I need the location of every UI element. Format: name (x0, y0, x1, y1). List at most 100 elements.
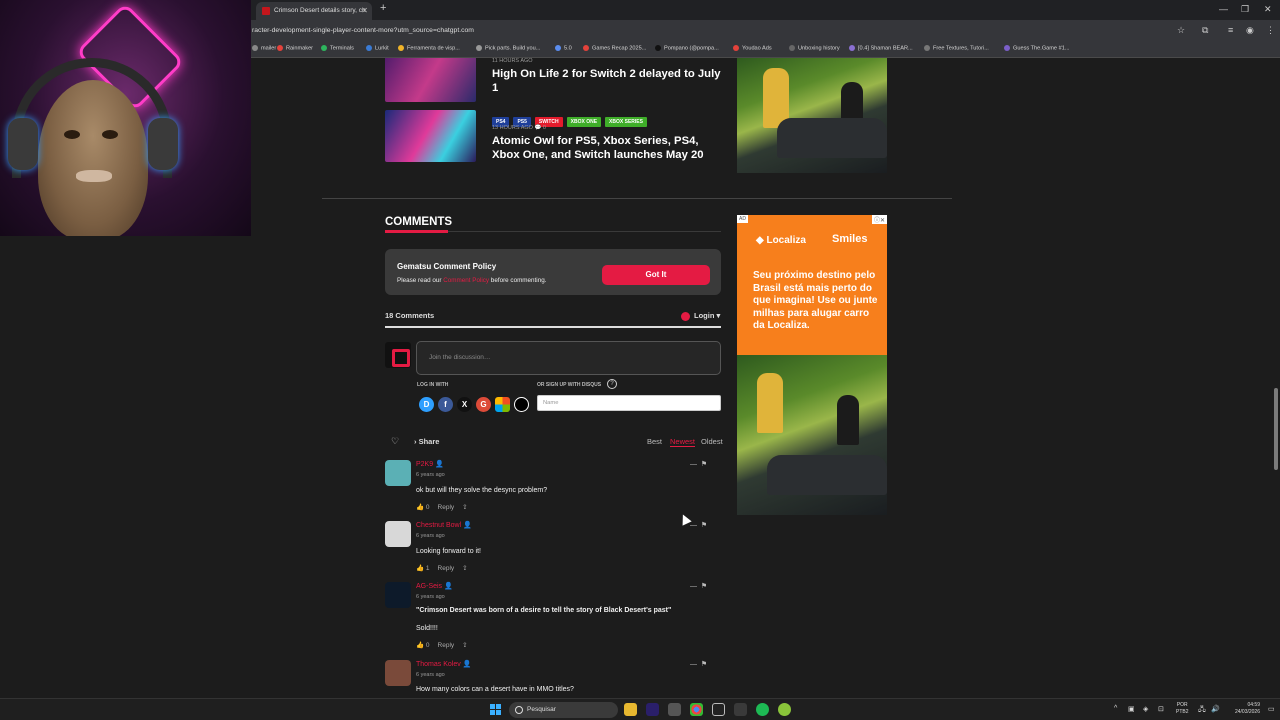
commenter-avatar[interactable] (385, 460, 411, 486)
bookmark-item[interactable]: Youdao Ads (733, 45, 772, 51)
bookmark-star-icon[interactable]: ☆ (1177, 25, 1185, 36)
commenter-avatar[interactable] (385, 521, 411, 547)
ad-image-top[interactable] (737, 58, 887, 173)
browser-tab[interactable]: Crimson Desert details story, ch ✕ (256, 2, 372, 20)
tray-chevron-icon[interactable]: ^ (1114, 705, 1117, 712)
profile-icon[interactable]: ◉ (1246, 25, 1254, 36)
article-title[interactable]: High On Life 2 for Switch 2 delayed to J… (492, 67, 727, 95)
volume-icon[interactable]: 🔊 (1211, 705, 1220, 713)
windows-start-icon[interactable] (490, 704, 501, 715)
article-thumbnail[interactable] (385, 110, 476, 162)
bookmark-item[interactable]: Pick parts. Build you... (476, 45, 540, 51)
policy-link[interactable]: Comment Policy (443, 277, 489, 284)
bookmark-item[interactable]: Terminals (321, 45, 354, 51)
upvote-icon[interactable]: 👍 0 (416, 642, 430, 649)
share-comment-icon[interactable]: ⇪ (462, 642, 467, 649)
facebook-icon[interactable]: f (438, 397, 453, 412)
join-discussion-input[interactable]: Join the discussion… (416, 341, 721, 375)
maximize-icon[interactable]: ❐ (1241, 4, 1249, 15)
bookmark-item[interactable]: Unboxing history (789, 45, 840, 51)
headset-earcup (148, 118, 178, 170)
follow-icon[interactable]: 👤 (444, 583, 453, 590)
reply-button[interactable]: Reply (438, 642, 455, 649)
follow-icon[interactable]: 👤 (463, 522, 472, 529)
new-tab-icon[interactable]: + (380, 2, 386, 14)
bookmark-item[interactable]: Guess The.Game #1... (1004, 45, 1069, 51)
tray-app-icon[interactable]: ⊡ (1158, 705, 1164, 713)
premiere-icon[interactable] (646, 703, 659, 716)
bookmark-item[interactable]: Lurkit (366, 45, 389, 51)
minimize-icon[interactable]: — (1219, 4, 1228, 14)
bookmark-item[interactable]: Pompano (@pompa... (655, 45, 719, 51)
commenter-name[interactable]: Thomas Kolev 👤 (416, 660, 471, 668)
bookmark-item[interactable]: [0.4] Shaman BEAR... (849, 45, 913, 51)
scrollbar-thumb[interactable] (1274, 388, 1278, 470)
commenter-avatar[interactable] (385, 660, 411, 686)
notifications-icon[interactable]: ▭ (1268, 705, 1275, 713)
follow-icon[interactable]: 👤 (435, 461, 444, 468)
bookmark-item[interactable]: Rainmaker (277, 45, 313, 51)
sort-oldest[interactable]: Oldest (701, 437, 723, 446)
close-tab-icon[interactable]: ✕ (361, 2, 368, 20)
bookmark-item[interactable]: mailer (252, 45, 276, 51)
favorite-icon[interactable]: ♡ (391, 436, 399, 447)
localiza-ad[interactable]: AD ⓘ✕ ◆ Localiza Smiles Seu próximo dest… (737, 215, 887, 515)
upvote-icon[interactable]: 👍 0 (416, 504, 430, 511)
spotify-icon[interactable] (756, 703, 769, 716)
comment-controls[interactable]: — ⚑ (690, 582, 707, 590)
taskbar-search[interactable]: Pesquisar (509, 702, 618, 718)
disqus-icon[interactable]: D (419, 397, 434, 412)
article-thumbnail[interactable] (385, 58, 476, 102)
chrome-icon[interactable] (690, 703, 703, 716)
menu-icon[interactable]: ⋮ (1266, 25, 1275, 36)
language-indicator[interactable]: POR PTB2 (1176, 702, 1189, 716)
commenter-name[interactable]: AG-Seis 👤 (416, 582, 453, 590)
help-icon[interactable]: ? (607, 379, 617, 389)
upvote-icon[interactable]: 👍 1 (416, 565, 430, 572)
platform-tag[interactable]: XBOX SERIES (605, 117, 647, 127)
bookmark-item[interactable]: 5.0 (555, 45, 572, 51)
url-field[interactable]: racter-development-single-player-content… (252, 24, 474, 38)
bookmark-item[interactable]: Games Recap 2025... (583, 45, 646, 51)
commenter-avatar[interactable] (385, 582, 411, 608)
extensions-icon[interactable]: ⧉ (1202, 25, 1208, 36)
settings-icon[interactable] (734, 703, 747, 716)
commenter-name[interactable]: Chestnut Bowl 👤 (416, 521, 472, 529)
x-twitter-icon[interactable]: X (457, 397, 472, 412)
reply-button[interactable]: Reply (438, 565, 455, 572)
comment-controls[interactable]: — ⚑ (690, 521, 707, 529)
network-icon[interactable]: 🖧 (1198, 705, 1206, 716)
article-title[interactable]: Atomic Owl for PS5, Xbox Series, PS4, Xb… (492, 134, 727, 162)
notepad-icon[interactable] (668, 703, 681, 716)
commenter-name[interactable]: P2K9 👤 (416, 460, 444, 468)
platform-tag[interactable]: XBOX ONE (566, 117, 602, 127)
sort-newest[interactable]: Newest (670, 437, 696, 447)
microsoft-icon[interactable] (495, 397, 510, 412)
bookmark-item[interactable]: Ferramenta de visp... (398, 45, 460, 51)
login-menu[interactable]: Login ▾ (681, 311, 720, 321)
comment-icon: 💬 (534, 125, 542, 131)
app-icon[interactable] (778, 703, 791, 716)
obs-icon[interactable] (712, 703, 725, 716)
name-field[interactable]: Name (537, 395, 721, 411)
ad-close-icon[interactable]: ⓘ✕ (871, 215, 887, 224)
got-it-button[interactable]: Got It (602, 265, 710, 285)
share-comment-icon[interactable]: ⇪ (462, 504, 467, 511)
apple-icon[interactable] (514, 397, 529, 412)
close-window-icon[interactable]: ✕ (1264, 4, 1272, 15)
clock[interactable]: 04:59 24/03/2026 (1226, 702, 1260, 716)
follow-icon[interactable]: 👤 (463, 661, 472, 668)
file-explorer-icon[interactable] (624, 703, 637, 716)
scrollbar-track[interactable] (1272, 58, 1280, 698)
share-comment-icon[interactable]: ⇪ (462, 565, 467, 572)
comment-controls[interactable]: — ⚑ (690, 460, 707, 468)
tray-app-icon[interactable]: ▣ (1128, 705, 1135, 713)
comment-controls[interactable]: — ⚑ (690, 660, 707, 668)
share-button[interactable]: › Share (414, 437, 439, 446)
tray-app-icon[interactable]: ◈ (1143, 705, 1148, 713)
bookmark-item[interactable]: Free Textures, Tutori... (924, 45, 989, 51)
media-icon[interactable]: ≡ (1228, 25, 1233, 35)
sort-best[interactable]: Best (647, 437, 662, 446)
reply-button[interactable]: Reply (438, 504, 455, 511)
google-icon[interactable]: G (476, 397, 491, 412)
